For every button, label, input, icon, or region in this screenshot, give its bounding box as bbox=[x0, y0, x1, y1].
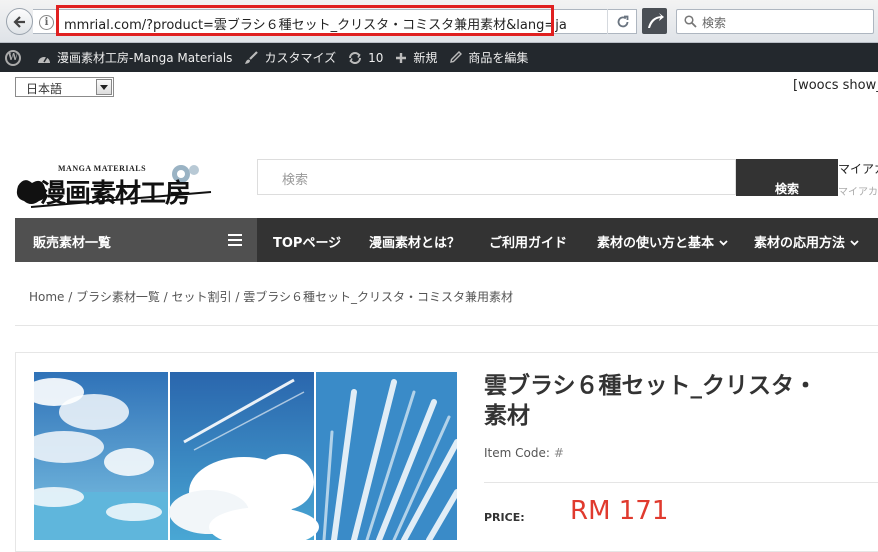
nav-item-top[interactable]: TOPページ bbox=[273, 232, 341, 251]
adminbar-edit-product-label: 商品を編集 bbox=[468, 51, 529, 65]
logo-text: 漫画素材工房 bbox=[40, 179, 191, 209]
adminbar-site-name: 漫画素材工房-Manga Materials bbox=[57, 51, 233, 65]
item-code-value: # bbox=[553, 446, 564, 460]
adminbar-new-label: 新規 bbox=[413, 51, 438, 65]
language-select-value: 日本語 bbox=[26, 82, 63, 96]
categories-label: 販売素材一覧 bbox=[33, 236, 112, 251]
nav-item-about[interactable]: 漫画素材とは？ bbox=[369, 232, 460, 251]
woocs-shortcode-text: [woocs show_ bbox=[793, 78, 878, 93]
back-button[interactable] bbox=[6, 8, 33, 35]
url-highlight-box bbox=[56, 5, 554, 36]
nav-item-advanced-label: 素材の応用方法 bbox=[754, 236, 846, 251]
search-icon bbox=[684, 15, 697, 28]
product-title: 雲ブラシ６種セット_クリスタ・ 素材 bbox=[484, 371, 878, 431]
chevron-down-icon bbox=[96, 79, 112, 95]
breadcrumb[interactable]: Home / ブラシ素材一覧 / セット割引 / 雲ブラシ６種セット_クリスタ・… bbox=[29, 288, 513, 305]
adminbar-customize[interactable]: カスタマイズ bbox=[244, 49, 336, 66]
site-search-input[interactable]: 検索 bbox=[257, 159, 736, 195]
wp-admin-bar: W 漫画素材工房-Manga Materials カスタマイズ 10 新規 商品… bbox=[0, 43, 878, 72]
logo-caption: MANGA MATERIALS bbox=[58, 164, 147, 173]
adminbar-site[interactable]: 漫画素材工房-Manga Materials bbox=[37, 49, 232, 66]
extension-button[interactable] bbox=[642, 8, 667, 34]
chevron-down-icon bbox=[718, 240, 728, 246]
divider bbox=[484, 482, 878, 483]
site-search-button[interactable]: 検索 bbox=[736, 159, 838, 196]
language-select[interactable]: 日本語 bbox=[15, 77, 114, 97]
updates-icon bbox=[349, 51, 362, 64]
plus-icon bbox=[396, 52, 407, 63]
product-image[interactable] bbox=[34, 372, 457, 540]
site-search-placeholder: 検索 bbox=[282, 173, 309, 188]
categories-toggle[interactable]: 販売素材一覧 bbox=[15, 218, 257, 262]
chevron-down-icon bbox=[849, 240, 859, 246]
item-code-label: Item Code: bbox=[484, 446, 550, 460]
adminbar-new[interactable]: 新規 bbox=[395, 49, 437, 66]
nav-item-basics-label: 素材の使い方と基本 bbox=[597, 236, 715, 251]
reload-button[interactable] bbox=[607, 9, 637, 34]
product-image-graphic bbox=[34, 372, 457, 540]
price-label: PRICE: bbox=[484, 511, 525, 524]
nav-item-guide[interactable]: ご利用ガイド bbox=[489, 232, 567, 251]
extension-icon bbox=[648, 13, 664, 28]
browser-search-placeholder: 検索 bbox=[702, 16, 727, 30]
product-title-line1: 雲ブラシ６種セット_クリスタ・ bbox=[484, 373, 818, 399]
nav-item-advanced[interactable]: 素材の応用方法 bbox=[754, 232, 859, 251]
product-price: RM 171 bbox=[570, 496, 669, 526]
info-icon: i bbox=[39, 15, 54, 30]
my-account-link[interactable]: マイアカ bbox=[838, 160, 878, 177]
dashboard-icon bbox=[38, 56, 50, 63]
browser-search-input[interactable]: 検索 bbox=[676, 9, 874, 34]
arrow-left-icon bbox=[12, 15, 25, 28]
reload-icon bbox=[617, 15, 628, 27]
my-account-sub: マイアカ bbox=[838, 187, 878, 198]
nav-item-basics[interactable]: 素材の使い方と基本 bbox=[597, 232, 728, 251]
item-code: Item Code: # bbox=[484, 446, 564, 460]
hamburger-icon bbox=[228, 234, 242, 246]
adminbar-updates-count: 10 bbox=[368, 50, 384, 65]
pencil-icon bbox=[450, 51, 463, 63]
product-title-line2: 素材 bbox=[484, 403, 530, 429]
adminbar-customize-label: カスタマイズ bbox=[264, 51, 337, 65]
brush-icon bbox=[245, 50, 259, 64]
adminbar-edit-product[interactable]: 商品を編集 bbox=[449, 49, 528, 66]
divider bbox=[15, 325, 878, 326]
main-navigation: 販売素材一覧 TOPページ 漫画素材とは？ ご利用ガイド 素材の使い方と基本 素… bbox=[15, 218, 878, 262]
wordpress-icon[interactable]: W bbox=[5, 49, 21, 66]
adminbar-updates[interactable]: 10 bbox=[348, 51, 383, 65]
